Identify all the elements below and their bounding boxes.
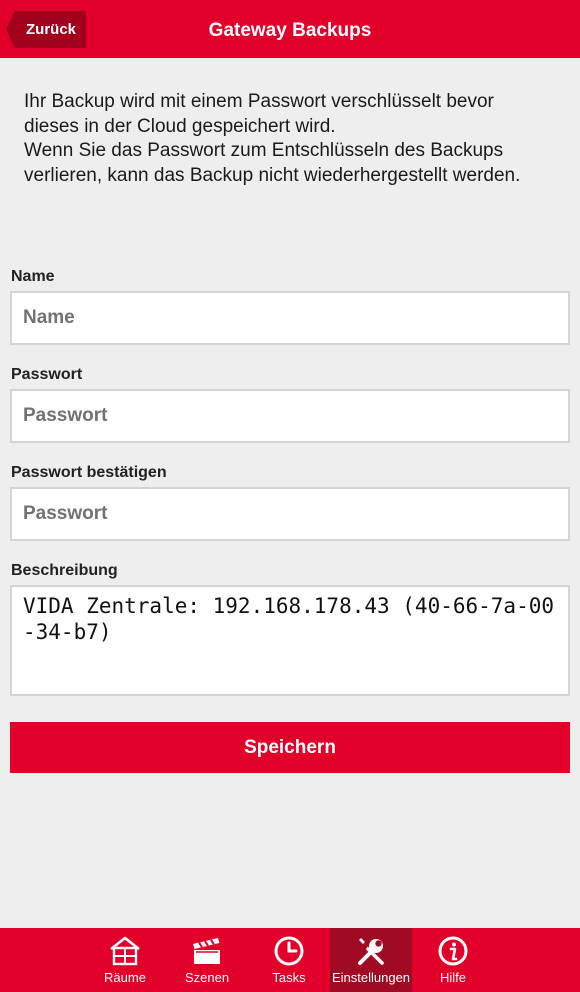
description-label: Beschreibung <box>11 562 118 579</box>
tab-hilfe[interactable]: Hilfe <box>412 928 494 992</box>
info-icon <box>438 936 468 966</box>
tab-einstellungen-label: Einstellungen <box>331 970 411 985</box>
back-button-label: Zurück <box>26 21 77 38</box>
app-header: Zurück Gateway Backups <box>0 0 580 58</box>
intro-line-2: Wenn Sie das Passwort zum Entschlüsseln … <box>24 140 521 186</box>
name-input[interactable] <box>10 291 570 345</box>
clock-icon <box>274 936 304 966</box>
tab-raeume-label: Räume <box>104 970 146 985</box>
tab-szenen-label: Szenen <box>184 970 230 985</box>
clapperboard-icon <box>193 938 220 964</box>
description-textarea[interactable]: VIDA Zentrale: 192.168.178.43 (40-66-7a-… <box>10 585 570 696</box>
intro-text: Ihr Backup wird mit einem Passwort versc… <box>24 90 554 188</box>
password-confirm-input[interactable] <box>10 487 570 541</box>
house-icon <box>110 936 140 966</box>
tab-raeume[interactable]: Räume <box>84 928 166 992</box>
wrench-screwdriver-icon <box>358 938 384 965</box>
back-button[interactable]: Zurück <box>6 11 86 48</box>
name-label: Name <box>11 268 55 285</box>
tab-hilfe-label: Hilfe <box>439 970 466 985</box>
intro-line-1: Ihr Backup wird mit einem Passwort versc… <box>24 91 494 137</box>
save-button[interactable]: Speichern <box>10 722 570 773</box>
bottom-tab-bar: Räume Szenen Tasks Einstellungen Hilfe <box>0 928 580 992</box>
tab-tasks-label: Tasks <box>272 970 306 985</box>
password-confirm-label: Passwort bestätigen <box>11 464 167 481</box>
tab-szenen[interactable]: Szenen <box>166 928 248 992</box>
password-label: Passwort <box>11 366 83 383</box>
tab-einstellungen[interactable]: Einstellungen <box>330 928 412 992</box>
tab-tasks[interactable]: Tasks <box>248 928 330 992</box>
page-title: Gateway Backups <box>208 20 372 41</box>
password-input[interactable] <box>10 389 570 443</box>
